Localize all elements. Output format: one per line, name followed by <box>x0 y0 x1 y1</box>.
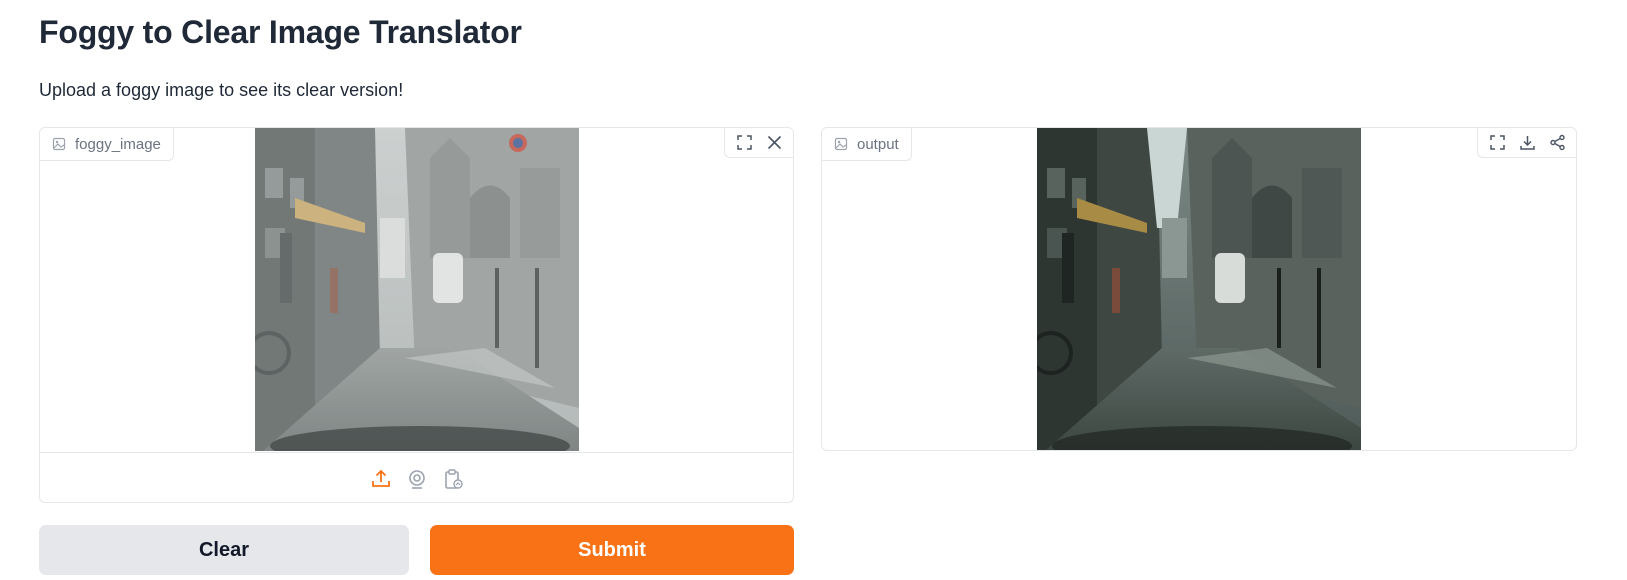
clear-image-button[interactable] <box>759 129 789 157</box>
image-icon <box>834 137 848 151</box>
close-icon <box>767 135 781 150</box>
fullscreen-icon <box>1489 135 1505 150</box>
image-icon <box>52 137 66 151</box>
input-toolbar <box>724 128 793 158</box>
foggy-image <box>254 128 579 451</box>
upload-icon <box>371 469 390 487</box>
clear-button[interactable]: Clear <box>39 525 409 575</box>
webcam-icon <box>408 469 425 489</box>
input-image-area <box>40 128 793 451</box>
output-label-chip: output <box>822 128 912 161</box>
webcam-button[interactable] <box>404 466 430 492</box>
page-description: Upload a foggy image to see its clear ve… <box>39 80 404 100</box>
share-icon <box>1549 134 1565 151</box>
output-image-panel: output <box>821 127 1577 451</box>
download-button[interactable] <box>1512 129 1542 157</box>
fullscreen-button[interactable] <box>1482 129 1512 157</box>
output-toolbar <box>1477 128 1576 158</box>
upload-button[interactable] <box>368 466 394 492</box>
input-label-chip: foggy_image <box>40 128 174 161</box>
input-image-panel[interactable]: foggy_image <box>39 127 794 503</box>
input-label: foggy_image <box>75 135 161 153</box>
image-source-bar <box>40 452 793 502</box>
clipboard-icon <box>444 468 463 489</box>
submit-button[interactable]: Submit <box>430 525 794 575</box>
clear-image <box>1037 128 1361 450</box>
share-button[interactable] <box>1542 129 1572 157</box>
output-image-area <box>822 128 1576 450</box>
output-label: output <box>857 135 899 153</box>
download-icon <box>1519 136 1535 150</box>
fullscreen-icon <box>736 135 752 150</box>
page-title: Foggy to Clear Image Translator <box>39 14 522 50</box>
clipboard-button[interactable] <box>440 466 466 492</box>
fullscreen-button[interactable] <box>729 129 759 157</box>
